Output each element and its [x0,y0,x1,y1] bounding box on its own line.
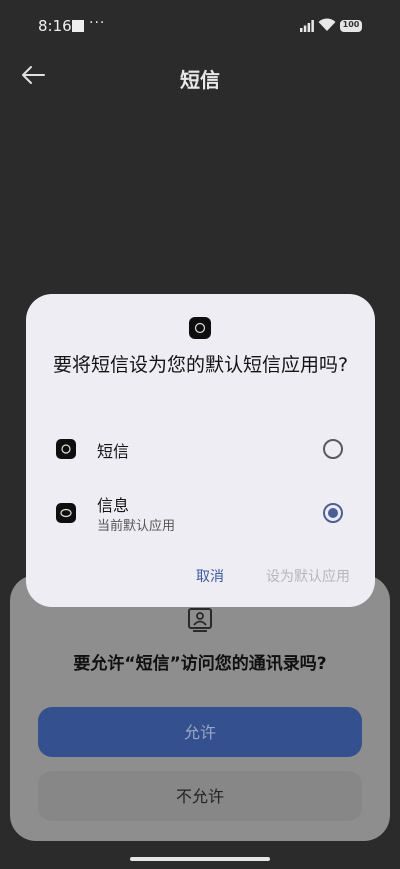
option-label: 短信 [97,442,130,461]
status-bar: 8:16 ··· 100 [0,0,400,52]
battery-icon: 100 [340,20,362,32]
message-icon [60,508,72,518]
dialog-title: 要将短信设为您的默认短信应用吗? [52,354,349,376]
notification-dots: ··· [89,15,106,31]
contacts-icon [188,608,212,632]
battery-level: 100 [342,20,360,29]
option-messages[interactable]: 信息 当前默认应用 [26,488,375,538]
page-title: 短信 [180,68,220,92]
option-subtitle: 当前默认应用 [97,519,176,534]
signal-icon [300,20,314,32]
set-default-button[interactable]: 设为默认应用 [266,566,350,586]
status-time: 8:16 [38,17,72,35]
option-sms[interactable]: 短信 [26,424,375,474]
sms-app-icon [56,439,76,459]
radio-button[interactable] [323,439,343,459]
chat-bubble-icon [61,444,71,454]
option-label: 信息 [97,496,130,515]
wifi-icon [318,18,336,31]
deny-button[interactable]: 不允许 [38,771,362,821]
permission-sheet: 要允许“短信”访问您的通讯录吗? 允许 不允许 [10,575,390,841]
default-sms-dialog: 要将短信设为您的默认短信应用吗? 短信 信息 当前默认应用 取消 设为默认应用 [26,294,375,607]
radio-button-selected[interactable] [323,503,343,523]
messages-app-icon [56,503,76,523]
home-indicator[interactable] [130,857,270,861]
allow-button[interactable]: 允许 [38,707,362,757]
chat-bubble-icon [194,322,206,334]
permission-title: 要允许“短信”访问您的通讯录吗? [73,654,327,674]
cancel-button[interactable]: 取消 [196,566,224,586]
sms-app-icon [189,317,211,339]
notification-square-icon [72,20,84,32]
